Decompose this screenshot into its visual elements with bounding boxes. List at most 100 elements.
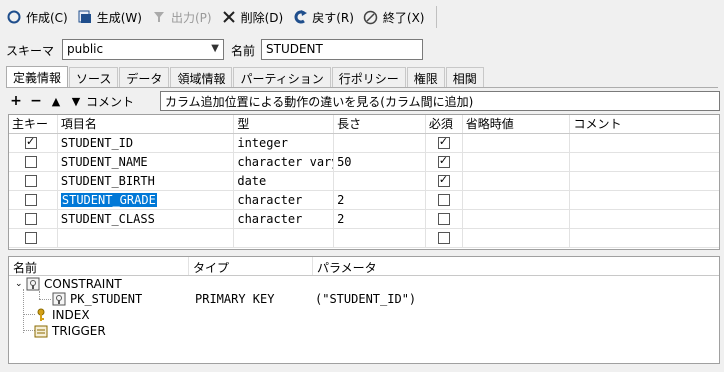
default-cell[interactable] [463, 229, 571, 247]
type-cell[interactable]: character [234, 210, 335, 228]
column-name-cell[interactable]: STUDENT_NAME [58, 153, 235, 171]
table-row[interactable]: STUDENT_NAME character varying50 [9, 153, 719, 172]
header-name[interactable]: 項目名 [58, 115, 235, 133]
column-name-cell[interactable]: STUDENT_ID [58, 134, 235, 152]
pk-cell[interactable] [9, 172, 58, 190]
pk-checkbox[interactable] [25, 194, 37, 206]
required-checkbox[interactable] [437, 213, 450, 225]
required-checkbox[interactable] [437, 173, 450, 187]
comment-cell[interactable] [570, 153, 719, 171]
tab-privileges[interactable]: 権限 [406, 67, 445, 87]
table-row[interactable] [9, 229, 719, 248]
length-cell[interactable]: 2 [334, 210, 426, 228]
header-required[interactable]: 必須 [426, 115, 463, 133]
chevron-down-icon[interactable]: ⌄ [15, 279, 25, 289]
length-cell[interactable] [334, 134, 426, 152]
required-cell[interactable] [426, 229, 463, 247]
tree-node-constraint[interactable]: ⌄ CONSTRAINT [15, 276, 122, 292]
default-cell[interactable] [463, 134, 571, 152]
comment-cell[interactable] [570, 210, 719, 228]
schema-name-row: スキーマ public ▼ 名前 STUDENT [0, 37, 724, 63]
header-comment[interactable]: コメント [570, 115, 719, 133]
required-cell[interactable] [426, 210, 463, 228]
column-name-cell[interactable]: STUDENT_BIRTH [58, 172, 235, 190]
tab-definition[interactable]: 定義情報 [6, 66, 69, 88]
undo-button[interactable]: 戻す(R) [292, 5, 354, 29]
schema-select[interactable]: public ▼ [62, 39, 224, 60]
tree-header-type[interactable]: タイプ [189, 257, 313, 275]
header-type[interactable]: 型 [234, 115, 335, 133]
tab-partition[interactable]: パーティション [233, 67, 331, 87]
type-cell[interactable]: character varying [234, 153, 335, 171]
column-name-cell[interactable]: STUDENT_CLASS [58, 210, 235, 228]
pk-checkbox[interactable] [25, 135, 37, 149]
tree-header-params[interactable]: パラメータ [313, 257, 513, 275]
table-row[interactable]: STUDENT_GRADE character 2 [9, 191, 719, 210]
pk-cell[interactable] [9, 229, 58, 247]
pk-cell[interactable] [9, 210, 58, 228]
column-name-cell[interactable] [58, 229, 235, 247]
exit-button[interactable]: 終了(X) [363, 5, 425, 29]
remove-column-button[interactable]: − [26, 93, 46, 109]
length-cell[interactable] [334, 229, 426, 247]
tree-header-name[interactable]: 名前 [9, 257, 189, 275]
header-pk[interactable]: 主キー [9, 115, 58, 133]
comment-field[interactable]: カラム追加位置による動作の違いを見る(カラム間に追加) [160, 91, 720, 111]
name-field[interactable]: STUDENT [261, 39, 423, 60]
required-cell[interactable] [426, 153, 463, 171]
header-length[interactable]: 長さ [334, 115, 426, 133]
required-checkbox[interactable] [437, 194, 450, 206]
tab-storage[interactable]: 領域情報 [170, 67, 233, 87]
pk-type: PRIMARY KEY [195, 292, 275, 306]
required-checkbox[interactable] [437, 232, 450, 244]
comment-cell[interactable] [570, 172, 719, 190]
comment-cell[interactable] [570, 229, 719, 247]
tree-node-trigger[interactable]: TRIGGER [33, 323, 106, 339]
create-button[interactable]: 作成(C) [6, 5, 68, 29]
table-row[interactable]: STUDENT_CLASS character 2 [9, 210, 719, 229]
comment-cell[interactable] [570, 191, 719, 209]
comment-cell[interactable] [570, 134, 719, 152]
column-name-cell[interactable]: STUDENT_GRADE [58, 191, 235, 209]
length-cell[interactable]: 50 [334, 153, 426, 171]
output-button[interactable]: 出力(P) [151, 5, 212, 29]
add-column-button[interactable]: + [6, 93, 26, 109]
pk-cell[interactable] [9, 153, 58, 171]
tree-node-pk-student[interactable]: PK_STUDENT [51, 291, 142, 307]
type-cell[interactable]: integer [234, 134, 335, 152]
table-row[interactable]: STUDENT_ID integer [9, 134, 719, 153]
move-up-button[interactable]: ▲ [46, 95, 66, 108]
pk-checkbox[interactable] [25, 232, 37, 244]
tab-row-policy[interactable]: 行ポリシー [331, 67, 406, 87]
tab-source[interactable]: ソース [69, 67, 119, 87]
default-cell[interactable] [463, 172, 571, 190]
length-cell[interactable]: 2 [334, 191, 426, 209]
pk-cell[interactable] [9, 134, 58, 152]
type-cell[interactable]: date [234, 172, 335, 190]
tree-line [39, 291, 40, 299]
tab-dependencies[interactable]: 相関 [445, 67, 484, 87]
type-cell[interactable]: character [234, 191, 335, 209]
default-cell[interactable] [463, 210, 571, 228]
default-cell[interactable] [463, 191, 571, 209]
delete-button[interactable]: 削除(D) [221, 5, 283, 29]
generate-button[interactable]: 生成(W) [77, 5, 142, 29]
pk-checkbox[interactable] [25, 213, 37, 225]
length-cell[interactable] [334, 172, 426, 190]
tree-node-index[interactable]: INDEX [33, 307, 90, 323]
header-default[interactable]: 省略時値 [463, 115, 571, 133]
required-cell[interactable] [426, 134, 463, 152]
default-cell[interactable] [463, 153, 571, 171]
required-checkbox[interactable] [437, 135, 450, 149]
table-row[interactable]: STUDENT_BIRTH date [9, 172, 719, 191]
pk-checkbox[interactable] [25, 175, 37, 187]
end-icon [363, 9, 379, 25]
move-down-button[interactable]: ▼ [66, 95, 86, 108]
type-cell[interactable] [234, 229, 335, 247]
tab-data[interactable]: データ [119, 67, 170, 87]
pk-cell[interactable] [9, 191, 58, 209]
required-cell[interactable] [426, 172, 463, 190]
pk-checkbox[interactable] [25, 156, 37, 168]
required-checkbox[interactable] [437, 154, 450, 168]
required-cell[interactable] [426, 191, 463, 209]
